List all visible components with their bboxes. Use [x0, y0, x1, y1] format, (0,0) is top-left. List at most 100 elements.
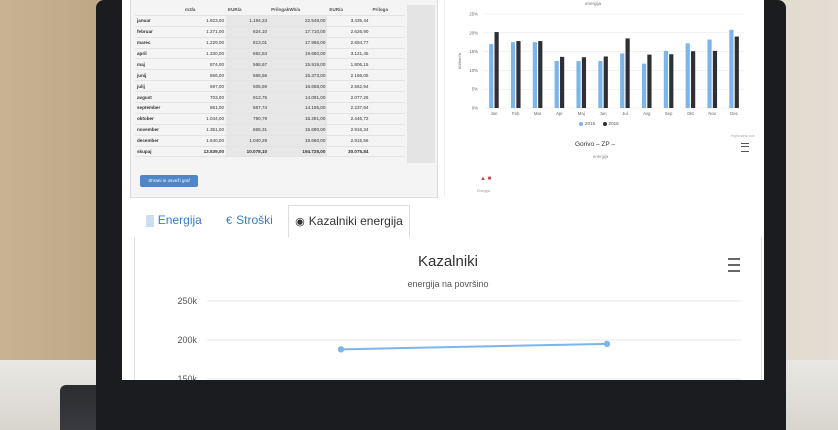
tab-label: Kazalniki energija [308, 214, 403, 228]
table-cell-month: februar [135, 26, 183, 38]
legend-2016-icon [602, 121, 607, 126]
chart-menu-icon[interactable] [728, 258, 740, 272]
bar-chart-icon: ▒ [146, 215, 154, 227]
table-cell-eur: 568,67 [226, 58, 270, 71]
table-cell-m3: 1.229,00 [182, 37, 227, 49]
chart-credit[interactable]: Highcharts.com [731, 134, 755, 138]
table-cell [370, 135, 405, 147]
table-cell-eur2: 2.562,94 [327, 80, 371, 93]
table-header: Priloga [370, 5, 405, 16]
table-cell-kwh: 14.155,00 [269, 102, 328, 114]
table-row: februar 1.271,00 824,10 17.710,00 2.626,90 [135, 26, 405, 38]
bar-2016 [647, 54, 652, 108]
fuel-chart-subtitle: energija [593, 154, 609, 159]
table-cell-eur2: 3.121,45 [327, 48, 371, 60]
bar-2015 [707, 39, 712, 108]
bar-2015 [641, 63, 647, 108]
table-cell [370, 48, 405, 60]
bar-2015 [510, 42, 516, 109]
bar-2015 [532, 42, 537, 109]
table-cell-eur: 813,01 [226, 37, 270, 49]
bar-2015 [685, 43, 690, 108]
table-row: maj 874,00 568,67 15.919,00 1.806,15 [135, 58, 405, 71]
bar-2016 [581, 57, 587, 108]
table-cell-m3: 866,00 [182, 69, 227, 82]
tab-label: Stroški [236, 213, 273, 227]
x-tick-label: Nov [708, 111, 716, 116]
table-cell-eur: 10.078,10 [226, 145, 270, 158]
table-cell-m3: 1.271,00 [182, 26, 227, 38]
legend-2015-icon [579, 121, 583, 126]
legend-item[interactable]: 2015 [585, 121, 595, 126]
table-cell-eur2: 2.166,05 [327, 69, 371, 82]
table-row: januar 1.923,00 1.194,23 22.548,00 3.435,44 [135, 15, 405, 27]
table-cell-eur: 790,79 [226, 113, 270, 125]
table-cell-month: avgust [135, 91, 183, 104]
bar-2016 [560, 56, 565, 108]
table-cell-month: marec [135, 37, 183, 49]
table-header [135, 5, 183, 16]
x-tick-label: Jan [490, 111, 498, 116]
table-cell-kwh: 19.660,00 [269, 48, 328, 60]
table-header-row: m3/a EUR/a PrilogakWh/a EUR/a Priloga [135, 5, 405, 16]
table-cell-eur2: 2.077,26 [327, 91, 371, 104]
table-cell-kwh: 17.966,00 [269, 37, 328, 49]
table-cell-eur2: 2.916,34 [327, 124, 371, 136]
chart-subtitle: energija na površino [407, 279, 489, 289]
table-cell-eur2: 2.694,77 [327, 37, 371, 49]
data-point [337, 346, 345, 353]
table-cell-eur: 1.194,23 [226, 15, 270, 27]
monthly-chart-panel: energija 0% 5% 10% 15% 20% 25% kWh/m²a Jan Feb Ma… [444, 0, 763, 196]
table-cell-kwh: 15.373,00 [269, 69, 328, 82]
table-cell-eur2: 3.435,44 [327, 15, 371, 27]
mini-label: Energija [477, 189, 490, 193]
table-cell-m3: 1.044,00 [182, 113, 227, 125]
table-cell-month: december [135, 135, 183, 147]
bar-2015 [598, 61, 603, 108]
table-cell-m3: 703,00 [182, 91, 227, 104]
bar-2015 [554, 61, 559, 108]
table-row: avgust 703,00 913,75 14.091,00 2.077,26 [135, 91, 405, 104]
x-tick-label: Avg [643, 111, 651, 116]
table-cell-kwh: 15.690,00 [269, 124, 328, 136]
bar-2016 [494, 32, 499, 108]
table-row: oktober 1.044,00 790,79 15.281,00 2.446,72 [135, 113, 405, 125]
tab-energija[interactable]: ▒ Energija [146, 205, 202, 236]
bar-2016 [625, 38, 630, 108]
bar-2016 [734, 36, 739, 109]
chart-menu-icon[interactable] [741, 143, 749, 152]
y-tick-label: 150k [177, 374, 197, 380]
indicator-chart-panel: 150k 200k 250k Kazalniki energija na površ… [134, 237, 762, 380]
table-total-row: skupaj 13.539,00 10.078,10 194.725,00 30.075… [135, 145, 405, 158]
table-cell [370, 113, 405, 125]
table-row: september 861,00 667,74 14.155,00 2.237,84 [135, 102, 405, 114]
table-cell-m3: 697,00 [182, 80, 227, 93]
table-cell [370, 91, 405, 104]
y-tick-label: 5% [472, 87, 478, 92]
table-cell-month: julij [135, 80, 183, 93]
table-cell-month: skupaj [135, 145, 183, 158]
x-tick-label: Apr [556, 111, 563, 116]
gauge-icon: ◉ [295, 216, 305, 228]
table-cell-eur2: 2.915,56 [327, 135, 371, 147]
table-cell-month: april [135, 48, 183, 60]
fuel-chart-title: Gorivo – ZP – [575, 141, 615, 148]
table-cell-month: oktober [135, 113, 183, 125]
table-cell [370, 58, 405, 71]
table-header: EUR/a [327, 5, 371, 16]
save-refresh-button[interactable]: Shrani in osveži graf [140, 175, 198, 187]
bar-2016 [538, 41, 543, 108]
chart-title: Kazalniki [417, 253, 479, 270]
bar-2015 [620, 53, 625, 108]
table-cell-m3: 13.539,00 [182, 145, 227, 158]
table-row: marec 1.229,00 813,01 17.966,00 2.694,77 [135, 37, 405, 49]
tab-kazalniki[interactable]: ◉ Kazalniki energija [288, 205, 410, 239]
table-cell-kwh: 194.725,00 [269, 145, 328, 158]
tab-stroski[interactable]: € Stroški [226, 205, 273, 236]
table-cell-kwh: 22.548,00 [269, 15, 328, 27]
chart-legend[interactable]: 2015 2016 [573, 121, 619, 126]
table-cell [370, 15, 405, 27]
table-row: junij 866,00 666,56 15.373,00 2.166,05 [135, 69, 405, 82]
x-tick-label: Dec [730, 111, 738, 116]
legend-item[interactable]: 2016 [609, 121, 619, 126]
